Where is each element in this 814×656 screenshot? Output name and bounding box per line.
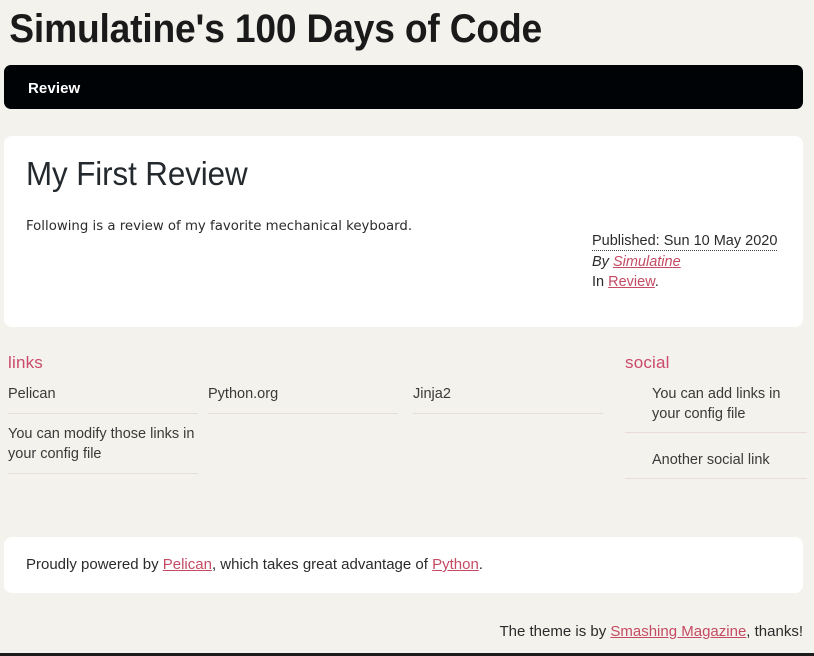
link-item-pelican[interactable]: Pelican <box>8 386 56 402</box>
python-link[interactable]: Python <box>432 556 479 573</box>
by-label: By <box>592 253 609 270</box>
site-title: Simulatine's 100 Days of Code <box>9 7 543 51</box>
links-list: Pelican You can modify those links in yo… <box>8 384 608 504</box>
list-item[interactable]: Jinja2 <box>413 384 603 414</box>
list-item[interactable]: Python.org <box>208 384 398 414</box>
link-item-modify-note[interactable]: You can modify those links in your confi… <box>8 426 194 462</box>
pelican-link[interactable]: Pelican <box>163 556 212 573</box>
in-label: In <box>592 274 605 290</box>
author-link[interactable]: Simulatine <box>613 254 681 270</box>
nav-link-review[interactable]: Review <box>28 80 80 97</box>
published-line: Published: Sun 10 May 2020 <box>592 231 802 252</box>
category-period: . <box>654 274 659 290</box>
published-date: Published: Sun 10 May 2020 <box>592 233 778 251</box>
social-widget: social You can add links in your config … <box>625 352 807 496</box>
nav-list: Review <box>4 65 803 109</box>
powered-suffix: . <box>478 556 483 573</box>
list-item[interactable]: You can add links in your config file <box>625 384 807 433</box>
nav-item-review[interactable]: Review <box>4 78 90 97</box>
social-item-another-link[interactable]: Another social link <box>652 452 770 468</box>
smashing-magazine-link[interactable]: Smashing Magazine <box>610 623 746 640</box>
list-item[interactable]: Pelican <box>8 384 198 414</box>
primary-navigation: Review <box>4 65 803 109</box>
article-metadata: Published: Sun 10 May 2020 By Simulatine… <box>592 231 802 293</box>
link-item-python-org[interactable]: Python.org <box>208 386 278 402</box>
category-line: In Review. <box>592 272 802 293</box>
powered-middle: , which takes great advantage of <box>211 556 433 573</box>
social-widget-heading: social <box>625 353 670 372</box>
links-widget-heading: links <box>8 353 44 372</box>
article-title-link[interactable]: My First Review <box>26 155 248 192</box>
social-item-add-links-note[interactable]: You can add links in your config file <box>652 386 780 422</box>
category-link[interactable]: Review <box>608 274 655 290</box>
theme-prefix: The theme is by <box>499 623 611 640</box>
article-title: My First Review <box>26 152 743 196</box>
link-item-jinja2[interactable]: Jinja2 <box>413 386 451 402</box>
theme-credit: The theme is by Smashing Magazine, thank… <box>499 622 803 642</box>
author-line: By Simulatine <box>592 252 802 273</box>
links-widget: links Pelican You can modify those links… <box>8 352 608 504</box>
powered-by-text: Proudly powered by Pelican, which takes … <box>26 555 781 575</box>
footer-card: Proudly powered by Pelican, which takes … <box>4 537 803 593</box>
social-list: You can add links in your config file An… <box>625 384 807 479</box>
list-item[interactable]: Another social link <box>625 450 807 479</box>
page-root: Simulatine's 100 Days of Code Review My … <box>0 0 814 656</box>
list-item[interactable]: You can modify those links in your confi… <box>8 424 198 474</box>
theme-suffix: , thanks! <box>746 623 803 640</box>
widgets-area: links Pelican You can modify those links… <box>0 344 814 514</box>
powered-prefix: Proudly powered by <box>26 556 163 573</box>
